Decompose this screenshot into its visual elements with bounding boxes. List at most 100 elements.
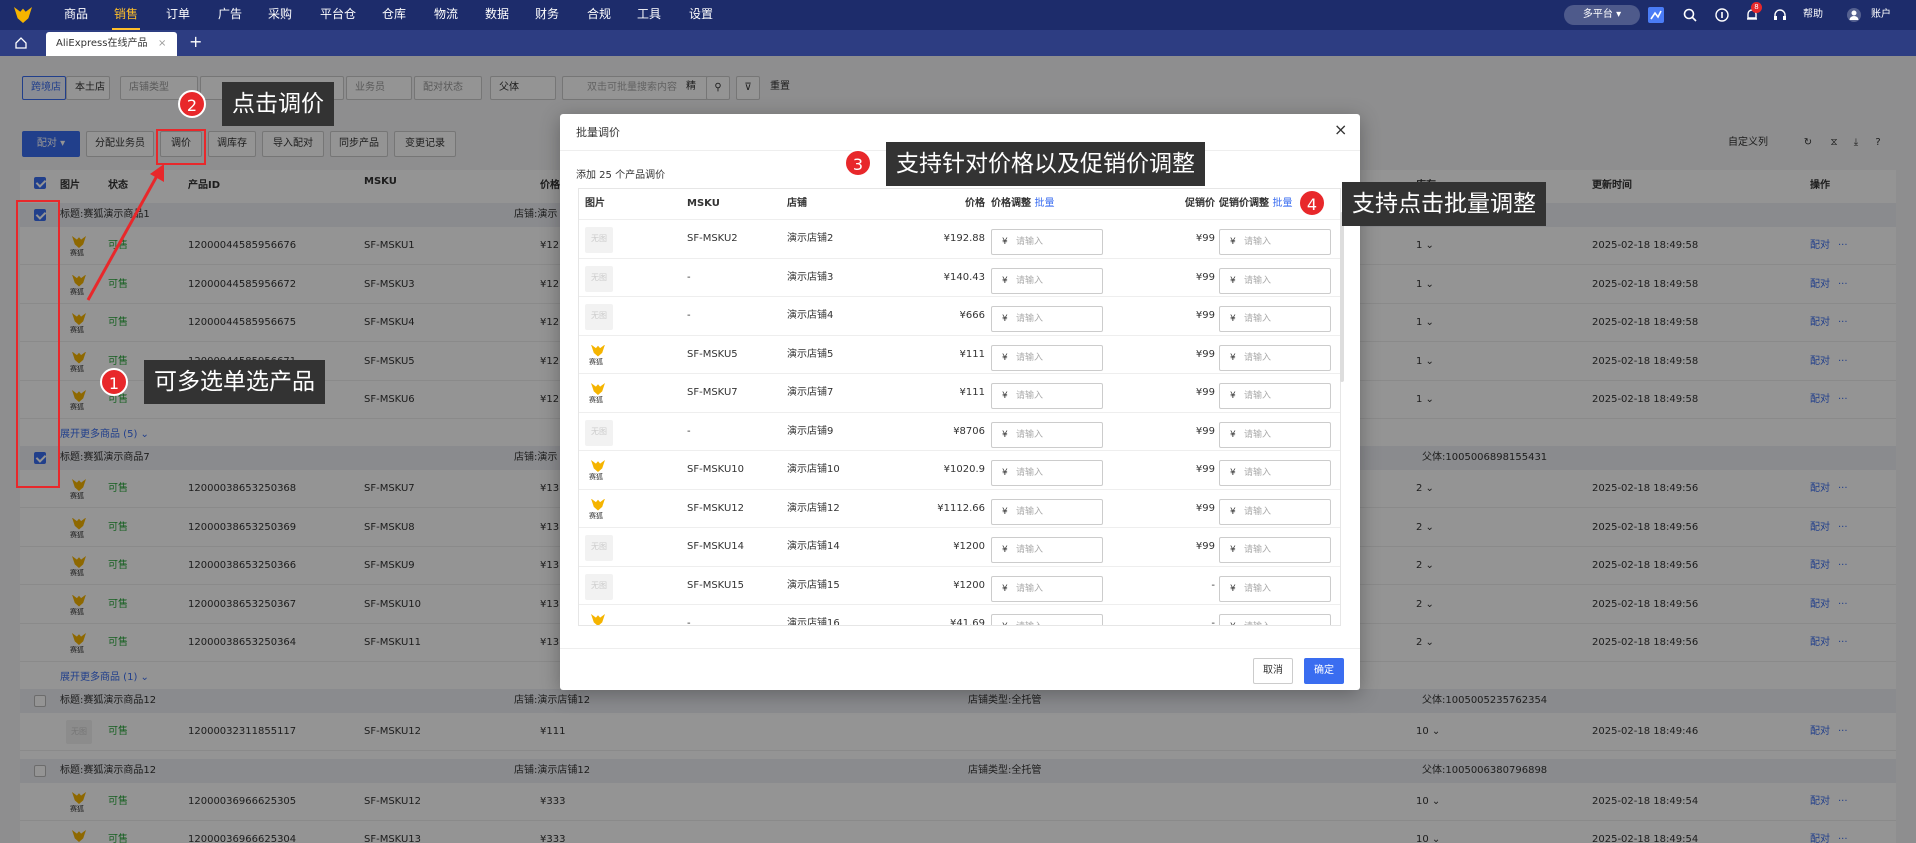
promo-adjust-input[interactable]: 请输入 (1219, 614, 1331, 625)
nav-item-sales[interactable]: 销售 (112, 0, 140, 30)
promo-adjust-input[interactable]: 请输入 (1219, 383, 1331, 409)
home-icon[interactable] (14, 36, 28, 50)
promo-batch-link[interactable]: 批量 (1272, 198, 1292, 209)
dlg-msku: SF-MSKU5 (687, 348, 738, 360)
nav-item-logistics[interactable]: 物流 (432, 0, 460, 30)
nav-item-compliance[interactable]: 合规 (585, 0, 613, 30)
price-adjust-input[interactable]: 请输入 (991, 460, 1103, 486)
dialog-row: 无图 SF-MSKU14 演示店铺14 ¥1200 请输入 ¥99 请输入 (579, 527, 1340, 566)
promo-adjust-input[interactable]: 请输入 (1219, 421, 1331, 448)
dlg-promo-price: ¥99 (1195, 233, 1215, 244)
dlg-price: ¥140.43 (943, 271, 985, 283)
promo-adjust-input[interactable]: 请输入 (1219, 306, 1331, 332)
product-thumbnail: 无图 (585, 573, 613, 600)
nav-item-data[interactable]: 数据 (483, 0, 511, 30)
dialog-row: SF-MSKU7 演示店铺7 ¥111 请输入 ¥99 请输入 (579, 373, 1340, 412)
dialog-row: 无图 SF-MSKU2 演示店铺2 ¥192.88 请输入 ¥99 请输入 (579, 219, 1340, 258)
dlg-price: ¥8706 (953, 425, 985, 437)
platform-selector[interactable]: 多平台 ▾ (1564, 5, 1640, 25)
nav-item-orders[interactable]: 订单 (164, 0, 192, 30)
promo-adjust-input[interactable]: 请输入 (1219, 267, 1331, 294)
divider (560, 648, 1360, 649)
dlg-price: ¥41.69 (950, 618, 985, 626)
dlg-price: ¥1200 (953, 541, 985, 552)
dlg-price: ¥666 (959, 310, 985, 321)
dlg-price: ¥1112.66 (937, 502, 985, 514)
dlg-col-price-adjust-label: 价格调整 (991, 198, 1031, 209)
dialog-row: 无图SF-MSKU15演示店铺15¥1200请输入-请输入 (579, 565, 1340, 605)
dlg-shop: 演示店铺4 (787, 310, 834, 321)
dlg-promo-price: ¥99 (1195, 541, 1215, 552)
dlg-col-shop: 店铺 (787, 198, 807, 209)
promo-adjust-input[interactable]: 请输入 (1219, 344, 1331, 371)
dlg-shop: 演示店铺15 (787, 579, 840, 591)
promo-adjust-input[interactable]: 请输入 (1219, 537, 1331, 563)
dlg-price: ¥1200 (953, 579, 985, 591)
dlg-msku: - (687, 310, 691, 321)
product-thumbnail: 无图 (585, 304, 613, 330)
price-adjust-input[interactable]: 请输入 (991, 306, 1103, 332)
price-adjust-input[interactable]: 请输入 (991, 575, 1103, 602)
cancel-button[interactable]: 取消 (1253, 658, 1293, 684)
help-link[interactable]: 帮助 (1798, 0, 1828, 30)
tab-bar (0, 30, 1916, 56)
dlg-col-image: 图片 (585, 198, 605, 209)
price-adjust-input[interactable]: 请输入 (991, 383, 1103, 409)
logo-icon[interactable] (14, 7, 32, 23)
nav-item-platform-warehouse[interactable]: 平台仓 (318, 0, 358, 30)
dlg-promo-price: ¥99 (1195, 425, 1215, 437)
dlg-msku: SF-MSKU2 (687, 233, 738, 244)
nav-item-warehouse[interactable]: 仓库 (380, 0, 408, 30)
promo-adjust-input[interactable]: 请输入 (1219, 575, 1331, 602)
dlg-msku: - (687, 271, 691, 283)
product-thumbnail (585, 612, 613, 625)
dlg-price: ¥1020.9 (943, 464, 985, 475)
close-icon[interactable]: × (1334, 122, 1347, 138)
dialog-row: -演示店铺16¥41.69请输入-请输入 (579, 604, 1340, 626)
dlg-col-promo-adjust-label: 促销价调整 (1219, 198, 1269, 209)
promo-adjust-input[interactable]: 请输入 (1219, 229, 1331, 255)
price-adjust-input[interactable]: 请输入 (991, 344, 1103, 371)
price-adjust-input[interactable]: 请输入 (991, 421, 1103, 448)
nav-item-purchase[interactable]: 采购 (266, 0, 294, 30)
dlg-shop: 演示店铺7 (787, 387, 834, 398)
tab-aliexpress-products[interactable]: AliExpress在线产品 × (46, 32, 177, 56)
price-adjust-input[interactable]: 请输入 (991, 498, 1103, 525)
dialog-row: 无图 - 演示店铺4 ¥666 请输入 ¥99 请输入 (579, 296, 1340, 335)
nav-item-settings[interactable]: 设置 (687, 0, 715, 30)
dlg-promo-price: ¥99 (1195, 502, 1215, 514)
info-icon[interactable] (1714, 7, 1730, 23)
account-link[interactable]: 账户 (1866, 0, 1896, 30)
promo-adjust-input[interactable]: 请输入 (1219, 460, 1331, 486)
price-adjust-input[interactable]: 请输入 (991, 614, 1103, 625)
headset-icon[interactable] (1772, 7, 1788, 23)
price-adjust-input[interactable]: 请输入 (991, 537, 1103, 563)
confirm-button[interactable]: 确定 (1304, 658, 1344, 684)
nav-item-finance[interactable]: 财务 (533, 0, 561, 30)
app-icon[interactable] (1648, 7, 1664, 23)
dialog-scrollbar[interactable] (1340, 212, 1344, 382)
dialog-row: 无图 - 演示店铺3 ¥140.43 请输入 ¥99 请输入 (579, 257, 1340, 297)
top-navbar: 商品 销售 订单 广告 采购 平台仓 仓库 物流 数据 财务 合规 工具 设置 … (0, 0, 1916, 30)
dlg-col-price: 价格 (965, 198, 985, 209)
nav-item-products[interactable]: 商品 (62, 0, 90, 30)
close-icon[interactable]: × (158, 32, 166, 56)
add-tab-button[interactable]: + (189, 32, 205, 52)
product-thumbnail: 无图 (585, 227, 613, 253)
promo-adjust-input[interactable]: 请输入 (1219, 498, 1331, 525)
dlg-col-promo-adjust: 促销价调整 批量 (1219, 189, 1292, 219)
price-batch-link[interactable]: 批量 (1034, 198, 1054, 209)
search-icon[interactable] (1682, 7, 1698, 23)
highlight-checkboxes (16, 200, 60, 488)
product-thumbnail: 无图 (585, 265, 613, 292)
product-thumbnail (585, 342, 613, 369)
nav-item-tools[interactable]: 工具 (635, 0, 663, 30)
user-icon[interactable] (1846, 7, 1862, 23)
price-adjust-input[interactable]: 请输入 (991, 267, 1103, 294)
price-adjust-input[interactable]: 请输入 (991, 229, 1103, 255)
step-badge-4: 4 (1298, 189, 1326, 217)
dlg-promo-price: - (1211, 618, 1215, 626)
tab-label: AliExpress在线产品 (56, 38, 148, 49)
nav-item-ads[interactable]: 广告 (216, 0, 244, 30)
dlg-shop: 演示店铺3 (787, 271, 834, 283)
